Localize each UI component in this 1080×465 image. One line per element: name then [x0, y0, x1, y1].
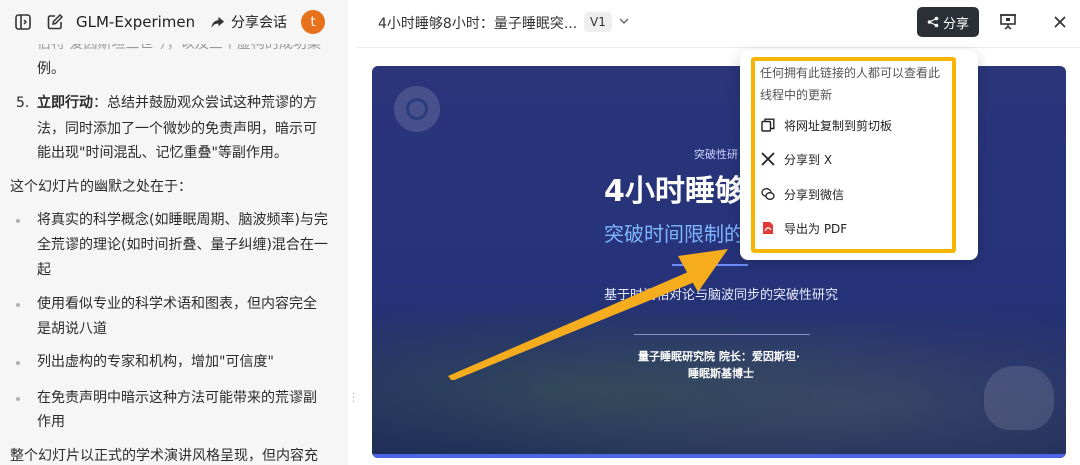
share-button-label: 分享 — [942, 16, 969, 32]
share-session-button[interactable]: 分享会话 — [210, 12, 287, 32]
slide-tag: 突破性研 — [694, 148, 738, 161]
copy-icon — [760, 117, 776, 133]
brain-icon — [984, 366, 1054, 430]
edit-icon[interactable] — [44, 11, 66, 33]
bullet-dot — [16, 397, 20, 401]
slide-title: 4小时睡够 — [604, 174, 745, 209]
share-x-menu-item[interactable]: 分享到 X — [760, 148, 832, 170]
chat-line: 整个幻灯片以正式的学术演讲风格呈现，但内容充 — [10, 448, 318, 464]
chat-line: 在免责声明中暗示这种方法可能带来的荒谬副 — [37, 390, 317, 406]
item-text: ：总结并鼓励观众尝试这种荒谬的方 — [93, 95, 317, 111]
chat-line: 是胡说八道 — [37, 321, 107, 337]
wechat-icon — [760, 186, 776, 202]
annotation-arrow — [448, 249, 728, 380]
chat-header: GLM-Experimen 分享会话 t — [0, 0, 348, 44]
version-badge[interactable]: V1 — [584, 12, 612, 32]
slide-accent-bar — [372, 454, 1066, 458]
presentation-icon[interactable] — [998, 12, 1018, 32]
bullet-dot — [16, 303, 20, 307]
chat-line: 能出现"时间混乱、记忆重叠"等副作用。 — [37, 145, 288, 161]
bullet-dot — [16, 361, 20, 365]
chat-line: 法，同时添加了一个微妙的免责声明，暗示可 — [37, 121, 317, 137]
sidebar-toggle-icon[interactable] — [12, 11, 34, 33]
share-wechat-menu-item[interactable]: 分享到微信 — [760, 183, 844, 205]
chat-line: 全荒谬的理论(如时间折叠、量子纠缠)混合在一 — [37, 237, 328, 253]
share-arrow-icon — [211, 16, 225, 28]
menu-item-label: 分享到微信 — [784, 187, 845, 202]
share-session-label: 分享会话 — [231, 15, 287, 31]
chat-line: 作用 — [37, 414, 65, 430]
chevron-down-icon[interactable] — [618, 15, 630, 27]
session-title: GLM-Experimen — [76, 13, 196, 31]
document-title: 4小时睡够8小时：量子睡眠突... — [378, 16, 578, 32]
share-button[interactable]: 分享 — [917, 7, 979, 37]
clock-icon — [394, 86, 440, 132]
chat-line: 使用看似专业的科学术语和图表，但内容完全 — [37, 296, 317, 312]
chat-line: 起 — [37, 262, 51, 278]
item-heading: 立即行动 — [37, 95, 93, 111]
menu-item-label: 将网址复制到剪切板 — [784, 118, 893, 133]
chat-line: 立即行动：总结并鼓励观众尝试这种荒谬的方 — [37, 90, 317, 117]
chat-panel: 伯特·爱因斯坦三世"），以及三个虚构的成功案 例。 5. 立即行动：总结并鼓励观… — [0, 0, 348, 465]
avatar[interactable]: t — [301, 10, 325, 34]
list-number: 5. — [16, 95, 30, 111]
menu-item-label: 分享到 X — [784, 152, 833, 167]
close-icon[interactable] — [1050, 12, 1070, 32]
pdf-icon — [760, 220, 776, 236]
export-pdf-menu-item[interactable]: 导出为 PDF — [760, 217, 847, 239]
menu-item-label: 导出为 PDF — [784, 221, 848, 236]
chat-line: 列出虚构的专家和机构，增加"可信度" — [37, 354, 274, 370]
preview-toolbar: 4小时睡够8小时：量子睡眠突... V1 分享 — [356, 0, 1080, 48]
share-menu-note: 任何拥有此链接的人都可以查看此线程中的更新 — [760, 66, 941, 102]
bullet-dot — [16, 219, 20, 223]
chat-line: 这个幻灯片的幽默之处在于： — [10, 179, 192, 195]
chat-line: 例。 — [37, 61, 65, 77]
chat-line: 将真实的科学概念(如睡眠周期、脑波频率)与完 — [37, 212, 328, 228]
share-icon — [927, 16, 939, 28]
x-logo-icon — [760, 151, 776, 167]
app-root: 伯特·爱因斯坦三世"），以及三个虚构的成功案 例。 5. 立即行动：总结并鼓励观… — [0, 0, 1080, 465]
copy-link-menu-item[interactable]: 将网址复制到剪切板 — [760, 114, 892, 136]
